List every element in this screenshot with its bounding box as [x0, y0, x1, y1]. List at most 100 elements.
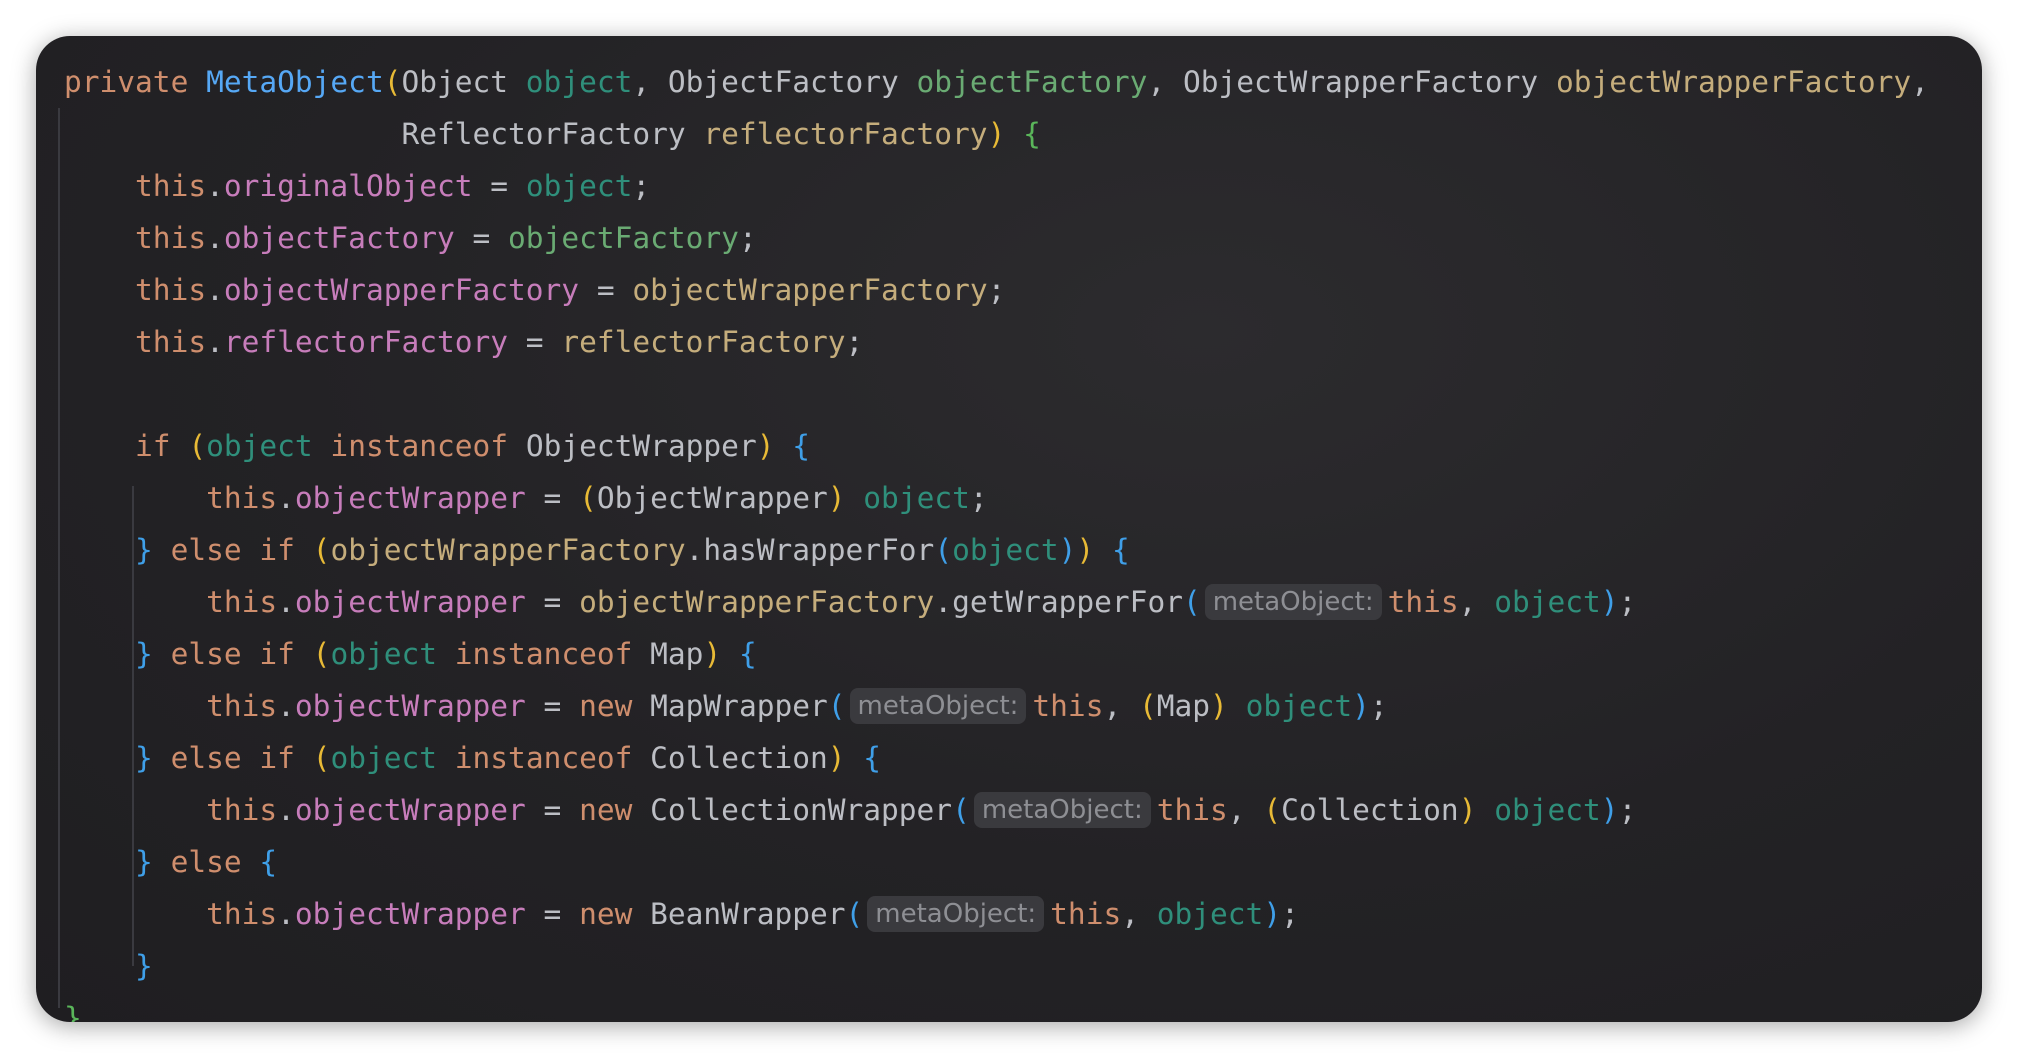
code-token: ( [188, 429, 207, 463]
code-line[interactable]: } else if (object instanceof Map) { [64, 628, 1929, 680]
code-token: ; [1281, 897, 1299, 931]
code-token: ( [312, 741, 331, 775]
code-line[interactable]: this.objectFactory = objectFactory; [64, 212, 1929, 264]
code-token: object [1494, 585, 1601, 619]
code-token: Object [401, 65, 526, 99]
code-token: = [525, 481, 580, 515]
code-token: ) [1458, 793, 1477, 827]
code-token: ) [1352, 689, 1370, 723]
code-token: } [135, 949, 153, 983]
code-line[interactable]: } else if (objectWrapperFactory.hasWrapp… [64, 524, 1929, 576]
code-token: new [579, 793, 651, 827]
code-token: = [525, 897, 580, 931]
code-line[interactable]: this.reflectorFactory = reflectorFactory… [64, 316, 1929, 368]
code-token: this [64, 793, 278, 827]
code-token: MapWrapper [650, 689, 828, 723]
code-area[interactable]: private MetaObject(Object object, Object… [64, 56, 1929, 1022]
code-token: object [330, 637, 438, 671]
code-token: objectFactory [508, 221, 739, 255]
code-token: ; [738, 221, 757, 255]
code-token: = [525, 793, 580, 827]
code-token: this [64, 325, 207, 359]
code-token: .getWrapperFor [934, 585, 1183, 619]
code-token: objectWrapper [294, 897, 526, 931]
code-token: . [277, 689, 295, 723]
code-line[interactable]: this.objectWrapper = new MapWrapper(meta… [64, 680, 1929, 732]
code-token: ) [827, 481, 846, 515]
code-token: object [1494, 793, 1601, 827]
parameter-hint: metaObject: [867, 896, 1045, 932]
code-line[interactable]: this.objectWrapper = new CollectionWrapp… [64, 784, 1929, 836]
code-token: objectWrapperFactory [1555, 65, 1912, 99]
code-line[interactable]: private MetaObject(Object object, Object… [64, 56, 1929, 108]
code-token: new [579, 689, 651, 723]
code-token: . [206, 325, 224, 359]
code-line[interactable]: } else if (object instanceof Collection)… [64, 732, 1929, 784]
code-line[interactable]: } else { [64, 836, 1929, 888]
code-token: Map [650, 637, 704, 671]
code-token: BeanWrapper [650, 897, 846, 931]
code-line[interactable]: ReflectorFactory reflectorFactory) { [64, 108, 1929, 160]
code-line[interactable]: } [64, 992, 1929, 1022]
code-token: } [135, 741, 153, 775]
code-token: CollectionWrapper [650, 793, 953, 827]
code-token: ) [1600, 793, 1619, 827]
code-token: ) [1076, 533, 1095, 567]
code-token: , ObjectFactory [632, 65, 917, 99]
code-token: this [64, 273, 207, 307]
code-line[interactable]: this.objectWrapper = objectWrapperFactor… [64, 576, 1929, 628]
code-token: this [64, 169, 207, 203]
code-token: , [1121, 897, 1157, 931]
code-line[interactable]: this.objectWrapper = new BeanWrapper(met… [64, 888, 1929, 940]
code-token: else [152, 845, 260, 879]
code-token: ) [827, 741, 846, 775]
parameter-hint: metaObject: [973, 792, 1151, 828]
code-token: } [64, 1001, 82, 1022]
code-line[interactable]: this.objectWrapper = (ObjectWrapper) obj… [64, 472, 1929, 524]
code-token: ( [1263, 793, 1282, 827]
code-token: this [64, 585, 278, 619]
code-token: ReflectorFactory [64, 117, 704, 151]
code-token: this [64, 689, 278, 723]
code-line[interactable] [64, 368, 1929, 420]
code-token: objectWrapper [294, 793, 526, 827]
code-line[interactable]: if (object instanceof ObjectWrapper) { [64, 420, 1929, 472]
code-token: ) [987, 117, 1006, 151]
code-token: ( [952, 793, 970, 827]
code-token: ; [845, 325, 864, 359]
code-token: object [525, 65, 633, 99]
code-token: . [206, 221, 224, 255]
code-token: objectWrapperFactory [632, 273, 988, 307]
code-token: ( [1182, 585, 1201, 619]
parameter-hint: metaObject: [1204, 584, 1382, 620]
code-token: object [1156, 897, 1264, 931]
code-token: ( [827, 689, 846, 723]
code-token: this [1156, 793, 1228, 827]
code-token: objectWrapperFactory [223, 273, 580, 307]
code-token: = [454, 221, 509, 255]
code-token: ) [703, 637, 722, 671]
code-token: , [1458, 585, 1495, 619]
code-token: this [64, 221, 207, 255]
code-token: , ObjectWrapperFactory [1147, 65, 1556, 99]
code-token: ( [383, 65, 402, 99]
code-token: = [508, 325, 562, 359]
code-token: ) [1600, 585, 1619, 619]
code-token: reflectorFactory [703, 117, 988, 151]
code-token: objectWrapperFactory [579, 585, 935, 619]
code-token: this [1032, 689, 1104, 723]
code-line[interactable]: } [64, 940, 1929, 992]
code-token: private [64, 65, 207, 99]
code-line[interactable]: this.objectWrapperFactory = objectWrappe… [64, 264, 1929, 316]
code-token: this [1387, 585, 1459, 619]
code-line[interactable]: this.originalObject = object; [64, 160, 1929, 212]
code-token: object [206, 429, 313, 463]
code-token: objectFactory [223, 221, 455, 255]
code-token: ) [1058, 533, 1077, 567]
